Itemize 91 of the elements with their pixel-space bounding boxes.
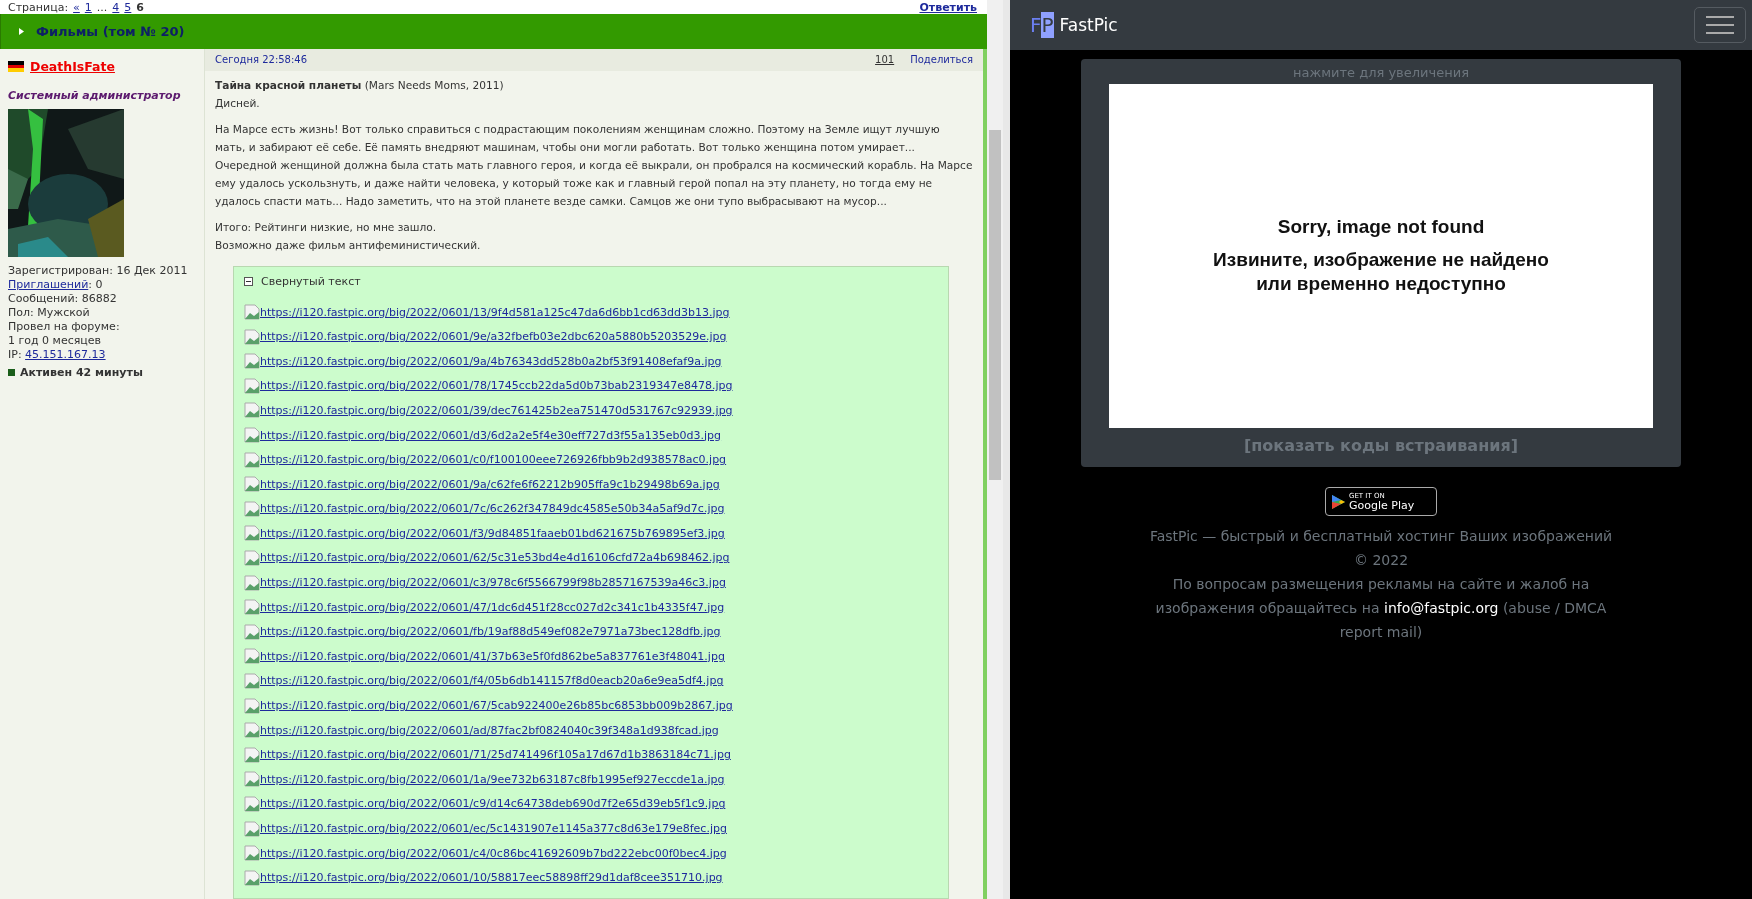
image-link[interactable]: https://i120.fastpic.org/big/2022/0601/d3/6d2a2e5f4e30eff727d3f55a135eb0d3.jpg	[260, 428, 722, 442]
image-link[interactable]: https://i120.fastpic.org/big/2022/0601/41/37b63e5f0fd862be5a837761e3f48041.jpg	[260, 649, 725, 663]
author-rank: Системный администратор	[8, 88, 182, 102]
author-info: Сообщений: 86882	[8, 291, 118, 305]
broken-image-icon	[244, 599, 260, 616]
broken-image-icon	[244, 697, 260, 714]
author-info: Зарегистрирован: 16 Дек 2011	[8, 263, 189, 277]
author-info: 1 год 0 месяцев	[8, 333, 103, 347]
broken-image-icon	[244, 550, 260, 566]
broken-image-icon	[244, 845, 260, 862]
broken-image-icon	[244, 672, 260, 689]
spoiler-title[interactable]: Свернутый текст	[261, 274, 361, 288]
post-time: Сегодня 22:58:46	[215, 54, 308, 66]
post-text: На Марсе есть жизнь! Вот только справиться с подрастающим поколениям женщинам сложно. Поэтому на Земле ищут лучшую мать, и забирают её себе. Её память внедряют машинам, чтобы они могли работать. Вот только женщина потом умирает... Очередной женщиной должна была стать мать главного героя, и когда её выкрали, он пробрался на космический корабль. На Марсе ему удалось ускользнуть, и даже найти человека, у который тоже как и главный герой попал на эту планету, но тогда ему не удалось спасти мать... Надо заметить, что на этой планете везде самки. Самцов же они тупо выбрасывают на мусор...	[215, 121, 973, 209]
image-link[interactable]: https://i120.fastpic.org/big/2022/0601/c0/f100100eee726926fbb9b2d938578ac0.jpg	[260, 453, 727, 467]
image-placeholder[interactable]: Sorry, image not found Извините, изображение не найдено или временно недоступно	[1109, 84, 1653, 428]
broken-image-icon	[244, 746, 260, 763]
post-text: Итого: Рейтинги низкие, но мне зашло. Возможно даже фильм антифеминистический.	[215, 219, 482, 253]
pagination-label: Страница:	[8, 0, 69, 14]
image-link[interactable]: https://i120.fastpic.org/big/2022/0601/9e/a32fbefb03e2dbc620a5880b5203529e.jpg	[260, 330, 727, 344]
info-label: IP:	[8, 347, 23, 361]
broken-image-icon	[244, 574, 260, 591]
image-link[interactable]: https://i120.fastpic.org/big/2022/0601/62/5c31e53bd4e4d16106cfd72a4b698462.jpg	[260, 551, 730, 565]
triangle-icon	[19, 27, 24, 35]
image-link[interactable]: https://i120.fastpic.org/big/2022/0601/78/1745ccb22da5d0b73bab2319347e8478.jpg	[260, 379, 733, 393]
broken-image-icon	[244, 623, 260, 640]
page-link[interactable]: 5	[124, 0, 132, 14]
image-link[interactable]: https://i120.fastpic.org/big/2022/0601/f4/05b6db141157f8d0eacb20a6e9ea5df4.jpg	[260, 674, 724, 688]
image-link[interactable]: https://i120.fastpic.org/big/2022/0601/71/25d741496f105a17d67d1b3863184c71.jpg	[260, 748, 731, 762]
image-link[interactable]: https://i120.fastpic.org/big/2022/0601/ad/87fac2bf0824040c39f348a1d938fcad.jpg	[260, 723, 719, 737]
broken-image-icon	[244, 451, 260, 468]
image-link[interactable]: https://i120.fastpic.org/big/2022/0601/f3/9d84851faaeb01bd621675b769895ef3.jpg	[260, 526, 725, 540]
image-link[interactable]: https://i120.fastpic.org/big/2022/0601/39/dec761425b2ea751470d531767c92939.jpg	[260, 403, 733, 417]
image-link[interactable]: https://i120.fastpic.org/big/2022/0601/10/58817eec58898ff29d1daf8cee351710.jpg	[260, 871, 723, 885]
forum-title[interactable]: Фильмы (том № 20)	[36, 23, 185, 39]
brand-name[interactable]: FastPic	[1059, 15, 1118, 35]
contact-text: По вопросам размещения рекламы на сайте и жалоб на изображения обращайтесь на info@fastpic.org (abuse / DMCA report mail)	[1154, 575, 1608, 642]
image-link[interactable]: https://i120.fastpic.org/big/2022/0601/c9/d14c64738deb690d7f2e65d39eb5f1c9.jpg	[260, 797, 726, 811]
image-link[interactable]: https://i120.fastpic.org/big/2022/0601/1a/9ee732b63187c8fb1995ef927eccde1a.jpg	[260, 772, 725, 786]
badge-title: Google Play	[1349, 499, 1415, 511]
share-link[interactable]: Поделиться	[910, 54, 973, 66]
reply-link[interactable]: Ответить	[919, 0, 977, 14]
minus-icon[interactable]	[244, 276, 253, 286]
broken-image-icon	[244, 648, 260, 665]
post-number-link[interactable]: 101	[875, 54, 895, 66]
image-link[interactable]: https://i120.fastpic.org/big/2022/0601/c4/0c86bc41692609b7bd222ebc00f0bec4.jpg	[260, 846, 727, 860]
broken-image-icon	[244, 402, 260, 419]
broken-image-icon	[244, 476, 260, 493]
footer-text: FastPic — быстрый и бесплатный хостинг Ваших изображений © 2022	[1148, 527, 1614, 570]
status-square-icon	[8, 368, 15, 376]
image-link[interactable]: https://i120.fastpic.org/big/2022/0601/9a/4b76343dd528b0a2bf53f91408efaf9a.jpg	[260, 354, 722, 368]
post-text: Тайна красной планеты (Mars Needs Moms, 2011) Дисней.	[215, 77, 505, 111]
scrollbar-thumb[interactable]	[989, 130, 1001, 480]
play-icon	[1332, 494, 1345, 509]
email-link[interactable]: info@fastpic.org	[1384, 600, 1499, 616]
image-link[interactable]: https://i120.fastpic.org/big/2022/0601/47/1dc6d451f28cc027d2c341c1b4335f47.jpg	[260, 600, 725, 614]
broken-image-icon	[244, 795, 260, 812]
status-text: Активен 42 минуты	[20, 365, 143, 379]
ellipsis: ...	[96, 0, 108, 14]
image-link[interactable]: https://i120.fastpic.org/big/2022/0601/fb/19af88d549ef082e7971a73bec128dfb.jpg	[260, 625, 721, 639]
broken-image-icon	[244, 500, 260, 517]
current-page: 6	[136, 0, 144, 14]
broken-image-icon	[244, 820, 260, 837]
broken-image-icon	[244, 869, 260, 886]
broken-image-icon	[244, 427, 260, 443]
author-info: Пол: Мужской	[8, 305, 91, 319]
zoom-hint: нажмите для увеличения	[1293, 65, 1469, 80]
image-link[interactable]: https://i120.fastpic.org/big/2022/0601/67/5cab922400e26b85bc6853bb009b2867.jpg	[260, 699, 733, 713]
broken-image-icon	[244, 771, 260, 788]
image-link[interactable]: https://i120.fastpic.org/big/2022/0601/7c/6c262f347849dc4585e50b34a5af9d7c.jpg	[260, 502, 725, 516]
broken-image-icon	[244, 525, 260, 542]
broken-image-icon	[244, 328, 260, 345]
image-link[interactable]: https://i120.fastpic.org/big/2022/0601/13/9f4d581a125c47da6d6bb1cd63dd3b13.jpg	[260, 305, 730, 319]
broken-image-icon	[244, 377, 260, 394]
image-link[interactable]: https://i120.fastpic.org/big/2022/0601/c3/978c6f5566799f98b2857167539a46c3.jpg	[260, 576, 726, 590]
page-link[interactable]: 1	[84, 0, 92, 14]
author-name[interactable]: DeathIsFate	[30, 58, 115, 74]
image-link[interactable]: https://i120.fastpic.org/big/2022/0601/ec/5c1431907e1145a377c8d63e179e8fec.jpg	[260, 822, 727, 835]
error-title: Sorry, image not found	[1277, 216, 1485, 238]
flag-icon	[8, 60, 24, 72]
page-link[interactable]: «	[73, 0, 80, 14]
broken-image-icon	[244, 304, 260, 321]
image-link[interactable]: https://i120.fastpic.org/big/2022/0601/9a/c62fe6f62212b905ffa9c1b29498b69a.jpg	[260, 477, 720, 491]
broken-image-icon	[244, 722, 260, 739]
page-link[interactable]: 4	[112, 0, 120, 14]
error-message: Извините, изображение не найдено или временно недоступно	[1213, 248, 1549, 296]
info-link[interactable]: 45.151.167.13	[25, 347, 106, 361]
author-info: Провел на форуме:	[8, 319, 121, 333]
menu-button[interactable]	[1694, 7, 1746, 43]
info-value: : 0	[88, 277, 103, 291]
broken-image-icon	[244, 353, 260, 370]
